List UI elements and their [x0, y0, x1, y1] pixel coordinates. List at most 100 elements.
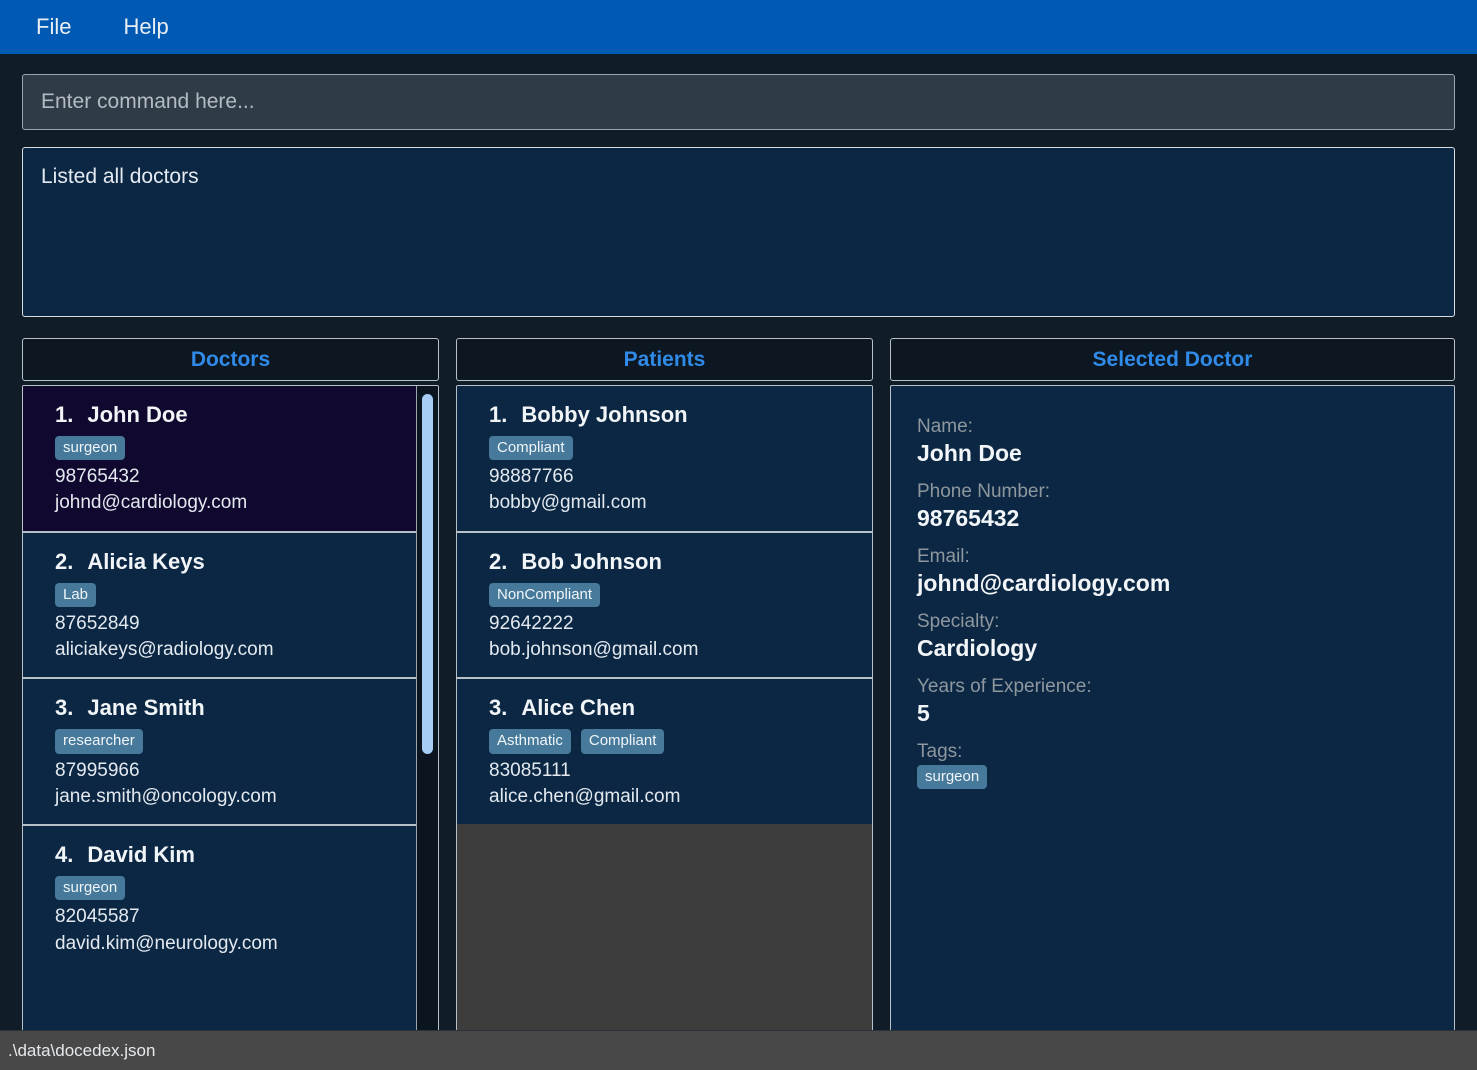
card-title: 2. Bob Johnson — [489, 549, 850, 575]
card-phone: 87995966 — [55, 759, 140, 781]
card-email: johnd@cardiology.com — [55, 492, 248, 514]
app-window: File Help Listed all doctors Doctors 1. J… — [0, 0, 1477, 1070]
card-inner: 3. Jane Smith researcher 87995966 jane.smith… — [23, 695, 438, 810]
selected-doctor-panel-header: Selected Doctor — [890, 338, 1455, 381]
card-inner: 2. Alicia Keys Lab 87652849 aliciakeys@radio… — [23, 549, 438, 664]
card-email: david.kim@neurology.com — [55, 932, 278, 954]
card-tag-row: Compliant — [489, 436, 850, 461]
card-tag-row: surgeon — [55, 876, 416, 901]
doctors-panel: Doctors 1. John Doe surgeon 98765432 johnd@c… — [22, 338, 439, 1058]
tag-badge: surgeon — [55, 876, 126, 901]
card-name: John Doe — [87, 402, 188, 427]
card-phone: 98887766 — [489, 466, 574, 488]
detail-label: Specialty: — [917, 611, 1000, 632]
card-phone: 83085111 — [489, 759, 571, 781]
card-tag-row: NonCompliant — [489, 582, 850, 607]
detail-label: Phone Number: — [917, 481, 1051, 502]
card-phone: 92642222 — [489, 612, 574, 634]
card-index: 1. — [55, 402, 74, 427]
card-title: 3. Alice Chen — [489, 695, 850, 721]
command-input[interactable] — [41, 90, 1436, 114]
doctor-card[interactable]: 4. David Kim surgeon 82045587 david.kim@neur… — [23, 826, 438, 971]
detail-label: Years of Experience: — [917, 676, 1092, 697]
patients-panel: Patients 1. Bobby Johnson Compliant 9888776… — [456, 338, 873, 1058]
patients-panel-title: Patients — [623, 347, 706, 371]
patient-card[interactable]: 3. Alice Chen Asthmatic Compliant 83085111 al… — [457, 679, 872, 825]
tag-badge: researcher — [55, 729, 143, 754]
card-index: 2. — [55, 548, 74, 574]
doctor-card[interactable]: 3. Jane Smith researcher 87995966 jane.smith… — [23, 679, 438, 827]
card-inner: 1. John Doe surgeon 98765432 johnd@cardiolog… — [23, 402, 438, 517]
tag-badge: surgeon — [917, 765, 988, 790]
card-name: Bob Johnson — [521, 548, 662, 574]
selected-doctor-body: Name: John Doe Phone Number: 98765432 Email:… — [890, 385, 1455, 1058]
menu-file[interactable]: File — [26, 12, 81, 42]
patients-list-body: 1. Bobby Johnson Compliant 98887766 bobby@gm… — [456, 385, 873, 1058]
card-phone: 82045587 — [55, 906, 140, 928]
card-title: 2. Alicia Keys — [55, 549, 416, 575]
tag-badge: surgeon — [55, 436, 126, 461]
tag-badge: Compliant — [580, 729, 665, 754]
card-index: 1. — [489, 402, 508, 427]
menu-help[interactable]: Help — [113, 12, 178, 42]
detail-value: 98765432 — [917, 505, 1020, 531]
card-title: 4. David Kim — [55, 842, 416, 868]
card-email: alice.chen@gmail.com — [489, 785, 681, 807]
card-tag-row: surgeon — [55, 436, 416, 461]
card-index: 3. — [489, 695, 508, 721]
command-box[interactable] — [22, 74, 1455, 130]
detail-value: Cardiology — [917, 635, 1038, 661]
doctors-panel-title: Doctors — [190, 347, 271, 371]
doctors-scrollbar[interactable] — [416, 386, 438, 1057]
detail-value: John Doe — [917, 440, 1022, 466]
detail-label: Name: — [917, 416, 973, 437]
result-display-box: Listed all doctors — [22, 147, 1455, 317]
card-email: aliciakeys@radiology.com — [55, 639, 274, 661]
patients-list[interactable]: 1. Bobby Johnson Compliant 98887766 bobby@gm… — [457, 386, 872, 1057]
patient-card[interactable]: 2. Bob Johnson NonCompliant 92642222 bob.joh… — [457, 532, 872, 680]
status-bar-file-path: .\data\docedex.json — [8, 1040, 156, 1060]
card-name: Alice Chen — [521, 695, 636, 721]
card-name: Alicia Keys — [87, 548, 205, 574]
card-index: 2. — [489, 548, 508, 574]
menu-bar: File Help — [0, 0, 1477, 54]
card-index: 3. — [55, 695, 74, 721]
card-title: 1. John Doe — [55, 402, 416, 428]
card-phone: 87652849 — [55, 612, 140, 634]
doctors-scrollbar-thumb[interactable] — [422, 394, 433, 754]
main-content: Listed all doctors Doctors 1. John Doe sur… — [0, 54, 1477, 1070]
card-phone: 98765432 — [55, 466, 140, 488]
card-name: Bobby Johnson — [521, 402, 688, 427]
detail-value: johnd@cardiology.com — [917, 570, 1171, 596]
selected-doctor-fields: Name: John Doe Phone Number: 98765432 Email:… — [891, 386, 1454, 790]
card-inner: 2. Bob Johnson NonCompliant 92642222 bob.joh… — [457, 549, 872, 664]
detail-tag-row: surgeon — [917, 765, 1454, 790]
selected-doctor-panel: Selected Doctor Name: John Doe Phone Numbe… — [890, 338, 1455, 1058]
card-inner: 3. Alice Chen Asthmatic Compliant 83085111 al… — [457, 695, 872, 810]
tag-badge: Asthmatic — [489, 729, 571, 754]
card-email: bobby@gmail.com — [489, 492, 647, 514]
card-inner: 4. David Kim surgeon 82045587 david.kim@neur… — [23, 842, 438, 957]
card-tag-row: Asthmatic Compliant — [489, 729, 850, 754]
card-index: 4. — [55, 842, 74, 868]
tag-badge: Compliant — [489, 436, 573, 461]
detail-label: Email: — [917, 546, 970, 567]
patient-card[interactable]: 1. Bobby Johnson Compliant 98887766 bobby@gm… — [457, 386, 872, 533]
card-inner: 1. Bobby Johnson Compliant 98887766 bobby@gm… — [457, 402, 872, 517]
card-title: 1. Bobby Johnson — [489, 402, 850, 428]
card-email: jane.smith@oncology.com — [55, 785, 277, 807]
doctor-card[interactable]: 1. John Doe surgeon 98765432 johnd@cardiolog… — [23, 386, 438, 533]
patients-panel-header: Patients — [456, 338, 873, 381]
panels-row: Doctors 1. John Doe surgeon 98765432 johnd@c… — [22, 338, 1455, 1070]
detail-tags-label: Tags: — [917, 741, 963, 762]
result-message: Listed all doctors — [41, 165, 199, 188]
doctor-card[interactable]: 2. Alicia Keys Lab 87652849 aliciakeys@radio… — [23, 532, 438, 680]
card-name: David Kim — [87, 842, 195, 868]
tag-badge: Lab — [55, 582, 97, 607]
detail-value: 5 — [917, 700, 930, 726]
card-title: 3. Jane Smith — [55, 695, 416, 721]
doctors-list[interactable]: 1. John Doe surgeon 98765432 johnd@cardiolog… — [23, 386, 438, 1057]
card-email: bob.johnson@gmail.com — [489, 639, 699, 661]
selected-doctor-panel-title: Selected Doctor — [1092, 347, 1253, 371]
card-name: Jane Smith — [87, 695, 205, 721]
